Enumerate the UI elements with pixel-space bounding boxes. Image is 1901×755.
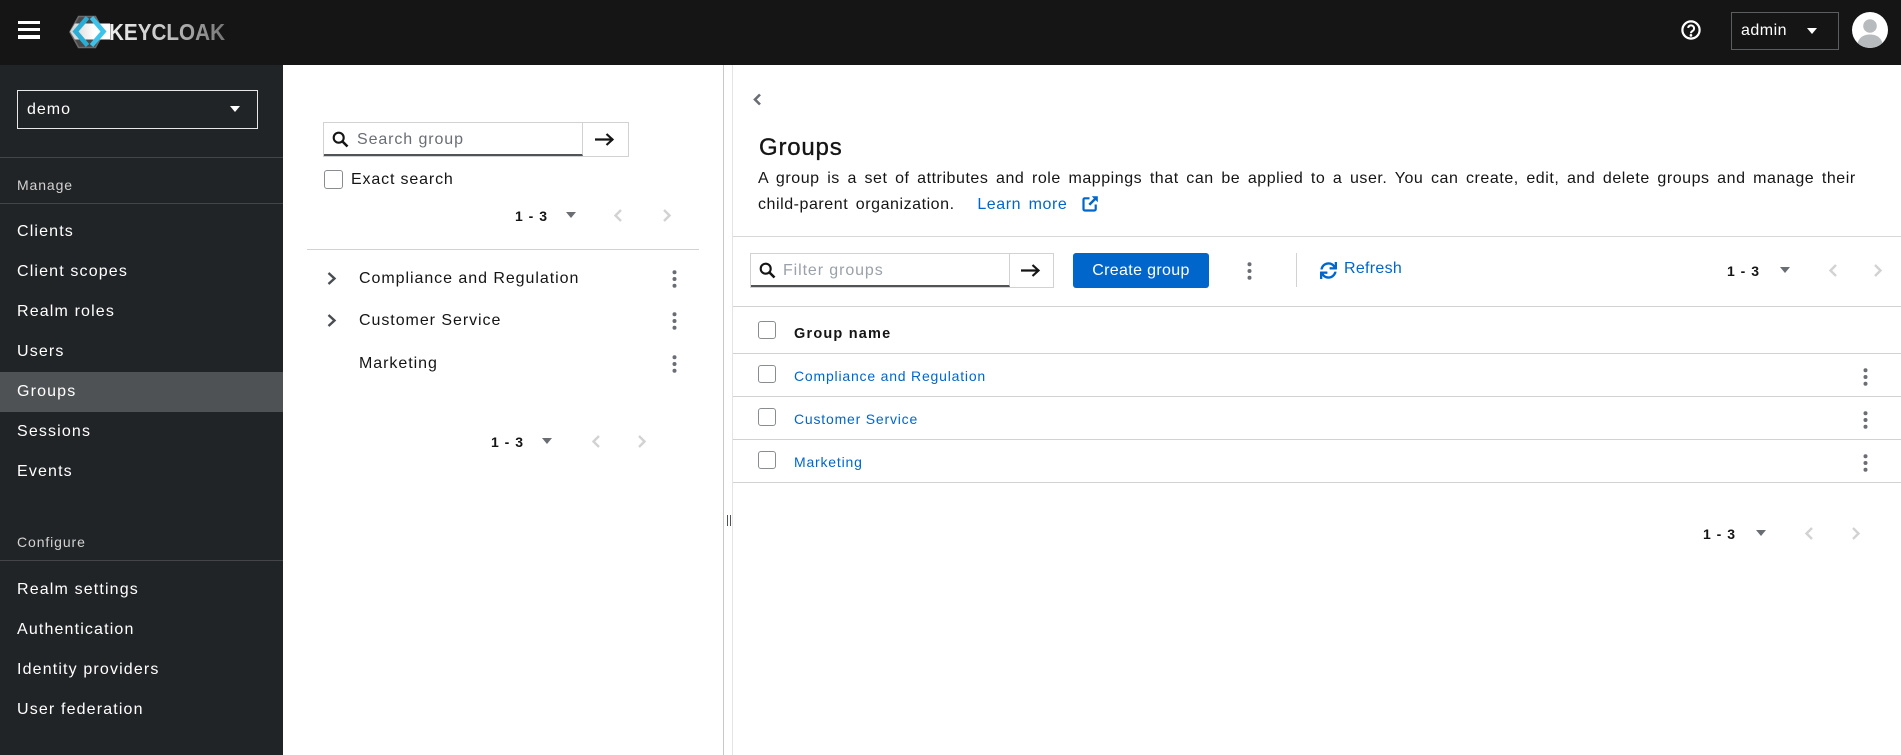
svg-text:KEYCLOAK: KEYCLOAK xyxy=(109,19,225,45)
